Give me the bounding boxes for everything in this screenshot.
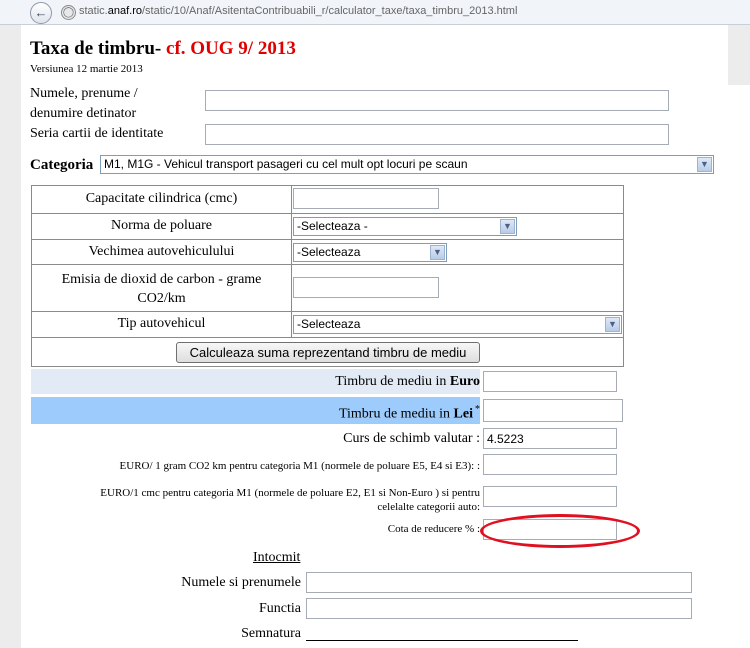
row-divider xyxy=(31,311,624,312)
cmc-rate-label-line2: celelalte categorii auto: xyxy=(377,501,480,513)
owner-name-input[interactable] xyxy=(205,90,669,111)
co2-emission-input[interactable] xyxy=(293,277,439,298)
euro-result-input[interactable] xyxy=(483,371,617,392)
lei-label-bold: Lei xyxy=(453,406,473,422)
co2-emission-label-line1: Emisia de dioxid de carbon - grame xyxy=(61,272,262,287)
co2-emission-label-line2: CO2/km xyxy=(137,291,186,306)
euro-label-bold: Euro xyxy=(449,374,480,389)
cmc-rate-input[interactable] xyxy=(483,486,617,507)
chevron-down-icon: ▼ xyxy=(697,157,712,172)
id-series-label: Seria cartii de identitate xyxy=(30,126,164,141)
pollution-norm-selected-value: -Selecteaza - xyxy=(297,219,368,233)
euro-result-label: Timbru de mediu in Euro xyxy=(335,374,480,390)
vehicle-age-label: Vechimea autovehiculului xyxy=(88,244,235,259)
function-input[interactable] xyxy=(306,598,692,619)
owner-name-label-line2: denumire detinator xyxy=(30,106,137,121)
column-divider xyxy=(291,185,292,337)
globe-icon: ◯ xyxy=(61,5,76,20)
chevron-down-icon: ▼ xyxy=(605,317,620,332)
euro-label-text: Timbru de mediu in xyxy=(335,374,450,389)
chevron-down-icon: ▼ xyxy=(500,219,515,234)
right-gutter xyxy=(728,25,750,85)
co2-rate-label: EURO/ 1 gram CO2 km pentru categoria M1 … xyxy=(119,460,480,472)
exchange-rate-label: Curs de schimb valutar : xyxy=(343,431,480,446)
row-divider xyxy=(31,337,624,338)
preparer-name-input[interactable] xyxy=(306,572,692,593)
chevron-down-icon: ▼ xyxy=(430,245,445,260)
function-label: Functia xyxy=(259,601,301,616)
pollution-norm-select[interactable]: -Selecteaza - ▼ xyxy=(293,217,517,236)
url-path: /static/10/Anaf/AsitentaContribuabili_r/… xyxy=(141,5,518,17)
row-divider xyxy=(31,213,624,214)
title-ordinance: cf. OUG 9/ 2013 xyxy=(161,38,296,59)
vehicle-age-select[interactable]: -Selecteaza ▼ xyxy=(293,243,447,262)
cmc-rate-label: EURO/1 cmc pentru categoria M1 (normele … xyxy=(100,486,480,514)
reduction-quota-label: Cota de reducere % : xyxy=(387,523,480,535)
url-text[interactable]: static.anaf.ro/static/10/Anaf/AsitentaCo… xyxy=(79,5,517,17)
lei-label-text: Timbru de mediu in xyxy=(338,406,454,422)
prepared-by-heading: Intocmit xyxy=(253,550,301,565)
vehicle-type-select[interactable]: -Selecteaza ▼ xyxy=(293,315,622,334)
pollution-norm-label: Norma de poluare xyxy=(110,218,213,233)
capacity-label: Capacitate cilindrica (cmc) xyxy=(85,191,238,206)
owner-name-label-line1: Numele, prenume / xyxy=(30,86,138,101)
cmc-rate-label-line1: EURO/1 cmc pentru categoria M1 (normele … xyxy=(100,487,480,499)
page-title: Taxa de timbru- cf. OUG 9/ 2013 xyxy=(30,38,296,60)
co2-emission-label: Emisia de dioxid de carbon - grame CO2/k… xyxy=(32,270,291,308)
category-select[interactable]: M1, M1G - Vehicul transport pasageri cu … xyxy=(100,155,714,174)
signature-label: Semnatura xyxy=(241,626,301,641)
vehicle-type-selected-value: -Selecteaza xyxy=(297,317,361,331)
url-domain: anaf.ro xyxy=(107,5,142,17)
title-main: Taxa de timbru- xyxy=(30,38,162,59)
vehicle-type-label: Tip autovehicul xyxy=(117,316,206,331)
lei-footnote-star: * xyxy=(475,404,480,415)
lei-result-label: Timbru de mediu in Lei * xyxy=(339,404,480,423)
preparer-name-label: Numele si prenumele xyxy=(181,575,301,590)
category-label: Categoria xyxy=(30,157,94,173)
left-gutter xyxy=(0,25,21,648)
vehicle-age-selected-value: -Selecteaza xyxy=(297,245,361,259)
id-series-input[interactable] xyxy=(205,124,669,145)
owner-name-label: Numele, prenume / denumire detinator xyxy=(30,84,138,124)
version-text: Versiunea 12 martie 2013 xyxy=(30,63,143,75)
annotation-ellipse xyxy=(480,514,640,548)
exchange-rate-input[interactable] xyxy=(483,428,617,449)
row-divider xyxy=(31,264,624,265)
back-arrow-icon[interactable]: ← xyxy=(30,2,52,24)
co2-rate-input[interactable] xyxy=(483,454,617,475)
lei-result-input[interactable] xyxy=(483,399,623,422)
capacity-input[interactable] xyxy=(293,188,439,209)
category-selected-value: M1, M1G - Vehicul transport pasageri cu … xyxy=(104,157,468,171)
url-prefix: static. xyxy=(79,5,108,17)
row-divider xyxy=(31,239,624,240)
calculate-button[interactable]: Calculeaza suma reprezentand timbru de m… xyxy=(176,342,480,363)
signature-line xyxy=(306,640,578,641)
